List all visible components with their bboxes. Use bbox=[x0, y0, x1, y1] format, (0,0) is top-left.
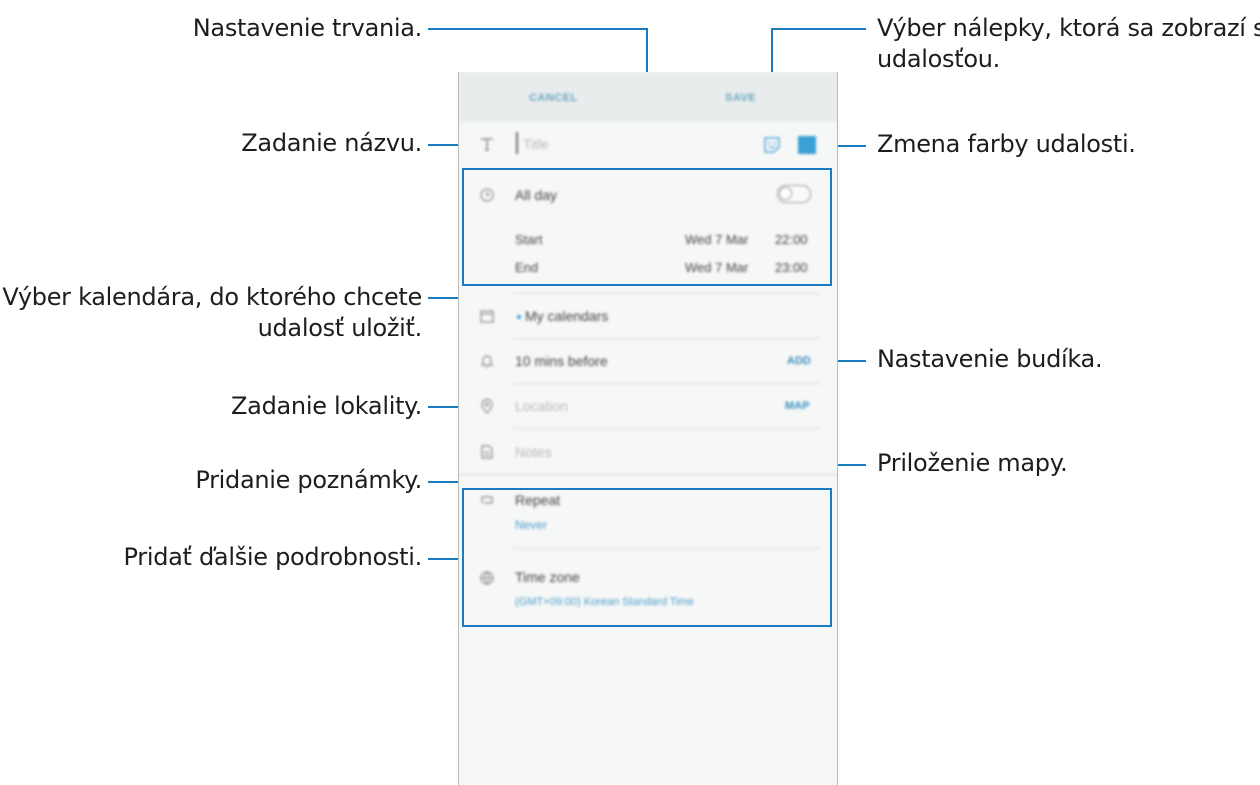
title-icon bbox=[479, 136, 495, 152]
event-color-button[interactable] bbox=[798, 136, 816, 154]
callout-color: Zmena farby udalosti. bbox=[877, 130, 1136, 158]
calendar-select[interactable]: My calendars bbox=[525, 308, 608, 324]
callout-calendar-1: Výber kalendára, do ktorého chcete bbox=[2, 283, 422, 311]
calendar-icon bbox=[479, 308, 495, 324]
save-button[interactable]: SAVE bbox=[725, 92, 756, 104]
leader-sticker bbox=[771, 28, 866, 30]
location-pin-icon bbox=[479, 398, 495, 414]
callout-more-details: Pridať ďalšie podrobnosti. bbox=[123, 543, 423, 571]
reminder-value[interactable]: 10 mins before bbox=[515, 353, 608, 369]
top-bar: CANCEL SAVE bbox=[459, 72, 837, 122]
callout-alarm: Nastavenie budíka. bbox=[877, 345, 1103, 373]
divider bbox=[459, 474, 837, 475]
calendar-dot bbox=[517, 315, 521, 319]
leader-duration bbox=[428, 28, 648, 30]
text-cursor bbox=[516, 132, 518, 154]
callout-location: Zadanie lokality. bbox=[231, 392, 422, 420]
cancel-button[interactable]: CANCEL bbox=[529, 92, 578, 104]
divider bbox=[513, 428, 821, 429]
notes-input[interactable]: Notes bbox=[515, 444, 552, 460]
callout-note: Pridanie poznámky. bbox=[195, 466, 422, 494]
more-details-highlight-frame bbox=[462, 488, 832, 627]
callout-calendar-2: udalosť uložiť. bbox=[257, 314, 423, 342]
location-input[interactable]: Location bbox=[515, 398, 568, 414]
duration-highlight-frame bbox=[462, 168, 832, 286]
sticker-icon[interactable] bbox=[763, 136, 781, 154]
note-icon bbox=[479, 444, 495, 460]
map-button[interactable]: MAP bbox=[785, 400, 809, 412]
bell-icon bbox=[479, 353, 495, 369]
callout-duration: Nastavenie trvania. bbox=[192, 14, 423, 42]
callout-sticker-1: Výber nálepky, ktorá sa zobrazí s bbox=[877, 14, 1260, 42]
callout-title-entry: Zadanie názvu. bbox=[241, 129, 422, 157]
title-input[interactable]: Title bbox=[523, 136, 549, 152]
callout-map: Priloženie mapy. bbox=[877, 449, 1068, 477]
add-reminder-button[interactable]: ADD bbox=[787, 355, 811, 367]
divider bbox=[513, 293, 821, 294]
divider bbox=[513, 338, 821, 339]
callout-sticker-2: udalosťou. bbox=[877, 45, 1000, 73]
divider bbox=[513, 383, 821, 384]
